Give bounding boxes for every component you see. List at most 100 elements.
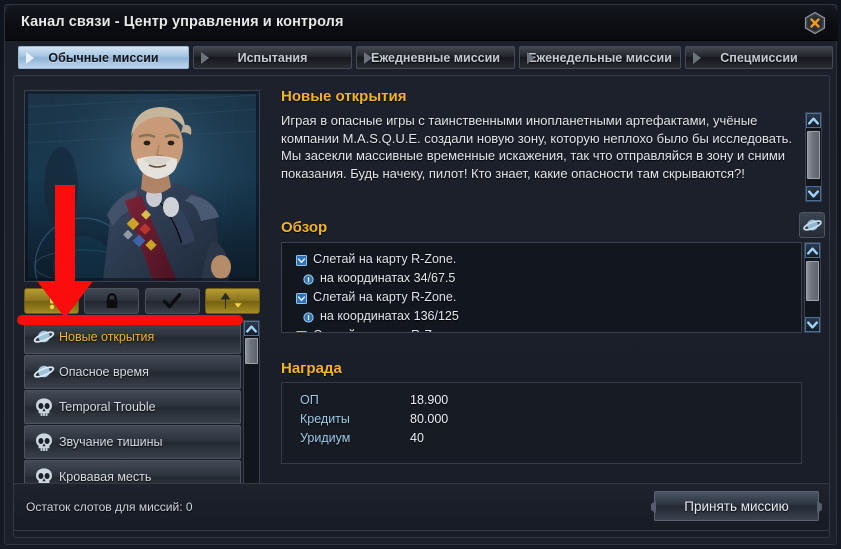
- objective-info-icon: [303, 310, 314, 323]
- planet-icon: [29, 362, 59, 382]
- objective-task-icon: [296, 293, 307, 304]
- tab-label: Ежедневные миссии: [371, 50, 500, 65]
- reward-value: 40: [410, 430, 424, 445]
- reward-box: ОП 18.900 Кредиты 80.000 Уридиум 40: [281, 382, 802, 464]
- scroll-thumb[interactable]: [806, 261, 819, 301]
- reward-row: Уридиум 40: [282, 428, 801, 447]
- footer-bar: Остаток слотов для миссий: 0 Принять мис…: [13, 483, 830, 531]
- skull-icon: [29, 397, 59, 417]
- skull-icon: [36, 433, 52, 451]
- application-root: Канал связи - Центр управления и контрол…: [0, 0, 841, 549]
- objective-info-icon: [303, 274, 314, 285]
- planet-icon[interactable]: [799, 212, 825, 238]
- tab-label: Обычные миссии: [48, 50, 159, 65]
- mission-description-box: Играя в опасные игры с таинственными ино…: [281, 112, 803, 202]
- tab-bar: Обычные миссии Испытания Ежедневные мисс…: [5, 41, 838, 71]
- skull-icon: [36, 398, 52, 416]
- objective-task-icon: [296, 329, 307, 332]
- reward-row: ОП 18.900: [282, 390, 801, 409]
- tab-regular-missions[interactable]: Обычные миссии: [18, 46, 189, 69]
- tab-arrow-icon: [693, 51, 701, 64]
- objective-text: Слетай на карту R-Zone.: [313, 289, 457, 304]
- tab-special-missions[interactable]: Спецмиссии: [685, 46, 833, 69]
- objectives-box: Слетай на карту R-Zone. на координатах 34…: [281, 242, 802, 333]
- objective-task-icon: [296, 255, 307, 266]
- objective-text: на координатах 34/67.5: [320, 270, 456, 285]
- objective-row: на координатах 136/125: [296, 306, 801, 325]
- check-icon: [162, 293, 182, 309]
- left-column: Новые открытия Опасное время Temporal Trou…: [20, 82, 266, 532]
- planet-icon: [33, 365, 55, 378]
- planet-icon: [33, 330, 55, 343]
- reward-name: Кредиты: [300, 411, 350, 426]
- overview-title: Обзор: [281, 219, 328, 236]
- tab-label: Спецмиссии: [720, 50, 798, 65]
- scroll-up-icon[interactable]: [806, 113, 821, 128]
- accept-mission-label: Принять миссию: [684, 498, 789, 514]
- mission-window: Канал связи - Центр управления и контрол…: [4, 4, 838, 545]
- objective-row: Слетай на карту R-Zone.: [296, 249, 801, 268]
- reward-value: 18.900: [410, 392, 449, 407]
- objectives-list: Слетай на карту R-Zone. на координатах 34…: [282, 243, 801, 333]
- filter-locked-button[interactable]: [84, 288, 140, 314]
- filter-sort-button[interactable]: [204, 288, 260, 314]
- accept-mission-button[interactable]: Принять миссию: [654, 491, 819, 521]
- window-title: Канал связи - Центр управления и контрол…: [21, 14, 344, 30]
- close-icon[interactable]: [803, 11, 827, 35]
- scroll-thumb[interactable]: [807, 131, 820, 179]
- objective-row: Слетай на карту R-Zone.: [296, 287, 801, 306]
- tab-label: Испытания: [237, 50, 308, 65]
- objective-info-icon: [303, 312, 314, 323]
- objective-task-icon: [296, 331, 307, 332]
- description-scrollbar[interactable]: [805, 112, 822, 202]
- scroll-up-icon[interactable]: [805, 243, 820, 258]
- mission-list-item-label: Звучание тишины: [59, 435, 163, 449]
- mission-list-item[interactable]: Новые открытия: [24, 320, 241, 354]
- mission-description: Играя в опасные игры с таинственными ино…: [281, 113, 793, 181]
- objective-text: на координатах 136/125: [320, 308, 459, 323]
- tab-arrow-icon: [26, 51, 34, 64]
- tab-arrow-icon: [364, 51, 372, 64]
- mission-list-item-label: Temporal Trouble: [59, 400, 156, 414]
- scroll-thumb[interactable]: [245, 338, 258, 364]
- tab-arrow-icon: [201, 51, 209, 64]
- filter-completed-button[interactable]: [144, 288, 200, 314]
- reward-name: Уридиум: [300, 430, 351, 445]
- objective-row: на координатах 34/67.5: [296, 268, 801, 287]
- tab-label: Еженедельные миссии: [528, 50, 672, 65]
- planet-icon: [29, 327, 59, 347]
- character-portrait: [24, 90, 260, 282]
- mission-list-item[interactable]: Звучание тишины: [24, 425, 241, 459]
- objectives-scrollbar[interactable]: [804, 242, 821, 333]
- title-bar: Канал связи - Центр управления и контрол…: [5, 5, 838, 41]
- scroll-down-icon[interactable]: [805, 317, 820, 332]
- mission-list-item-label: Кровавая месть: [59, 470, 152, 484]
- objective-text: Слетай на карту R-Zone.: [313, 328, 456, 333]
- skull-icon: [29, 432, 59, 452]
- content-panel: Новые открытия Опасное время Temporal Trou…: [13, 75, 830, 538]
- objective-text: Слетай на карту R-Zone.: [313, 251, 457, 266]
- scroll-down-icon[interactable]: [806, 186, 821, 201]
- reward-name: ОП: [300, 392, 319, 407]
- reward-row: Кредиты 80.000: [282, 409, 801, 428]
- tab-daily-missions[interactable]: Ежедневные миссии: [356, 46, 515, 69]
- filter-button-row: [24, 286, 260, 316]
- mission-list-item[interactable]: Temporal Trouble: [24, 390, 241, 424]
- objective-task-icon: [296, 253, 307, 266]
- tab-weekly-missions[interactable]: Еженедельные миссии: [519, 46, 681, 69]
- mission-title: Новые открытия: [281, 88, 407, 105]
- tab-challenges[interactable]: Испытания: [193, 46, 352, 69]
- mission-list-item-label: Новые открытия: [59, 330, 155, 344]
- reward-value: 80.000: [410, 411, 449, 426]
- exclamation-icon: [49, 294, 54, 310]
- mission-slots-status: Остаток слотов для миссий: 0: [26, 500, 193, 514]
- sort-arrows-icon: [221, 292, 244, 310]
- filter-new-button[interactable]: [24, 288, 79, 314]
- mission-list-item[interactable]: Опасное время: [24, 355, 241, 389]
- objective-row: Слетай на карту R-Zone.: [296, 325, 801, 333]
- reward-title: Награда: [281, 360, 342, 377]
- scroll-up-icon[interactable]: [244, 321, 259, 336]
- reward-rows: ОП 18.900 Кредиты 80.000 Уридиум 40: [282, 383, 801, 447]
- objective-task-icon: [296, 291, 307, 304]
- lock-icon: [106, 293, 118, 308]
